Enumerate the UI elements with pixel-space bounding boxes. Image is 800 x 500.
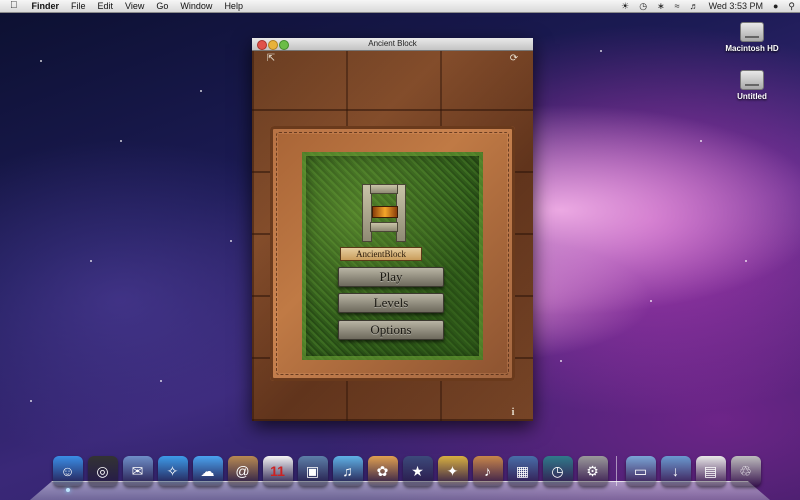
applications-folder-icon[interactable]: ▭ (625, 456, 656, 486)
spotlight-icon[interactable]: ⚲ (783, 0, 800, 12)
itunes-icon[interactable]: ♫ (332, 456, 363, 486)
window-title: Ancient Block (368, 39, 417, 48)
levels-button[interactable]: Levels (338, 293, 444, 313)
dock-separator (616, 456, 617, 486)
dock-icons: ☺ ◎ ✉ ✧ ☁ @11 ▣ ♫ ✿ ★ ✦ ♪ ▦ ◷ ⚙ ▭ ↓ ▤ ♲ (50, 456, 763, 492)
dashboard-icon[interactable]: ◎ (87, 456, 118, 486)
menu-file[interactable]: File (65, 0, 92, 12)
window-titlebar[interactable]: Ancient Block (252, 38, 533, 51)
ichat-icon[interactable]: ☁ (192, 456, 223, 486)
desktop-icon-macintosh-hd[interactable]: Macintosh HD (717, 22, 787, 53)
ancient-block-logo (362, 184, 406, 242)
play-button[interactable]: Play (338, 267, 444, 287)
desktop-icon-untitled[interactable]: Untitled (717, 70, 787, 101)
safari-icon[interactable]: ✧ (157, 456, 188, 486)
downloads-folder-icon[interactable]: ↓ (660, 456, 691, 486)
ical-icon[interactable]: 11 (262, 456, 293, 486)
minimize-window-icon[interactable] (268, 40, 278, 50)
menu-edit[interactable]: Edit (92, 0, 120, 12)
hard-drive-icon (740, 22, 764, 42)
game-center-icon[interactable]: ⟳ (508, 53, 520, 65)
garageband-icon[interactable]: ♪ (472, 456, 503, 486)
menu-bar:  Finder File Edit View Go Window Help ☀… (0, 0, 800, 13)
running-indicator (65, 488, 70, 492)
menu-view[interactable]: View (119, 0, 150, 12)
zoom-window-icon[interactable] (279, 40, 289, 50)
desktop-icon-label: Untitled (737, 92, 767, 101)
options-button[interactable]: Options (338, 320, 444, 340)
preview-icon[interactable]: ▣ (297, 456, 328, 486)
address-book-icon[interactable]: @ (227, 456, 258, 486)
desktop-icon-label: Macintosh HD (725, 44, 779, 53)
brightness-icon[interactable]: ☀ (616, 0, 634, 12)
menu-go[interactable]: Go (150, 0, 174, 12)
time-machine-icon[interactable]: ◷ (542, 456, 573, 486)
apple-menu-icon[interactable]:  (0, 0, 26, 12)
imovie-icon[interactable]: ★ (402, 456, 433, 486)
dock: ☺ ◎ ✉ ✧ ☁ @11 ▣ ♫ ✿ ★ ✦ ♪ ▦ ◷ ⚙ ▭ ↓ ▤ ♲ (30, 452, 770, 500)
spaces-icon[interactable]: ▦ (507, 456, 538, 486)
menu-app-name[interactable]: Finder (26, 0, 66, 12)
menu-window[interactable]: Window (174, 0, 218, 12)
mail-icon[interactable]: ✉ (122, 456, 153, 486)
iweb-icon[interactable]: ✦ (437, 456, 468, 486)
wifi-icon[interactable]: ≈ (670, 0, 685, 12)
volume-icon[interactable]: ♬ (685, 0, 704, 12)
menu-clock[interactable]: Wed 3:53 PM (704, 0, 768, 12)
trash-icon[interactable]: ♲ (730, 456, 761, 486)
close-window-icon[interactable] (257, 40, 267, 50)
hard-drive-icon (740, 70, 764, 90)
info-icon[interactable]: i (507, 407, 519, 419)
time-machine-status-icon[interactable]: ◷ (634, 0, 652, 12)
game-window: Ancient Block ⇱ ⟳ AncientBlock Play Leve… (252, 38, 533, 421)
finder-icon[interactable]: ☺ (52, 456, 83, 492)
system-preferences-icon[interactable]: ⚙ (577, 456, 608, 486)
logo-text: AncientBlock (340, 247, 422, 261)
fullscreen-icon[interactable]: ⇱ (265, 53, 277, 65)
documents-stack-icon[interactable]: ▤ (695, 456, 726, 486)
iphoto-icon[interactable]: ✿ (367, 456, 398, 486)
bluetooth-icon[interactable]: ∗ (652, 0, 670, 12)
menu-help[interactable]: Help (218, 0, 249, 12)
game-canvas[interactable]: ⇱ ⟳ AncientBlock Play Levels Options i (252, 51, 533, 421)
user-icon[interactable]: ● (768, 0, 783, 12)
